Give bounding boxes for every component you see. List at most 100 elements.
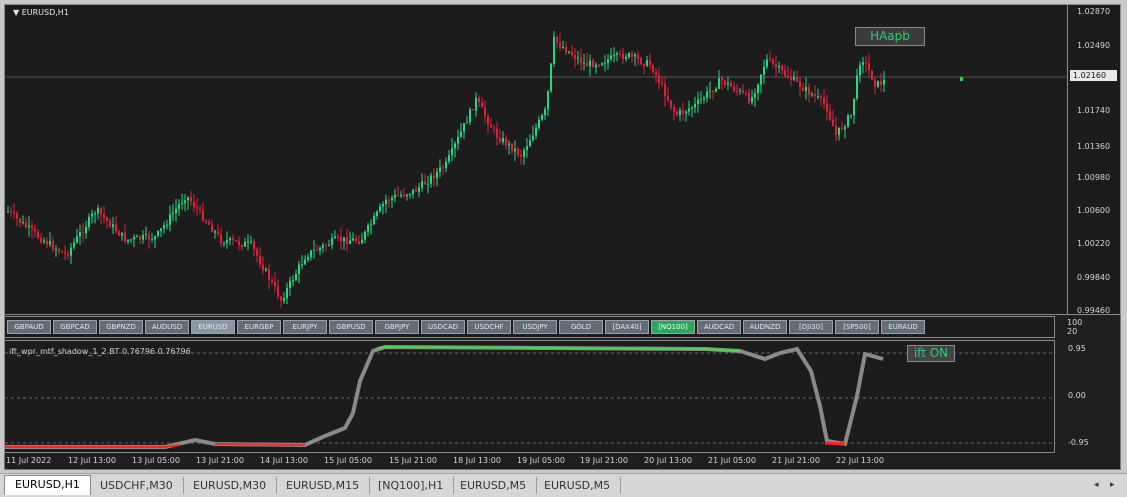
haapb-label: HAapb [870, 29, 910, 43]
symbol-button-gold[interactable]: GOLD [559, 320, 603, 334]
candle-body [430, 175, 432, 184]
candle-body [232, 238, 234, 241]
candle-body [499, 137, 501, 142]
candle-body [79, 232, 81, 237]
chart-tab[interactable]: EURUSD,M5 [534, 477, 622, 494]
chart-tab[interactable]: [NQ100],H1 [368, 477, 455, 494]
candle-body [25, 222, 27, 228]
candle-body [583, 62, 585, 64]
candle-body [820, 96, 822, 98]
candle-body [532, 135, 534, 141]
price-chart-pane[interactable]: ▼ EURUSD,H1 HAapb 1.02870 1.02490 1.01740 1… [4, 4, 1121, 315]
symbol-button-eurgbp[interactable]: EURGBP [237, 320, 281, 334]
candle-body [160, 228, 162, 231]
tab-scroll-right-icon[interactable]: ▸ [1110, 480, 1115, 490]
symbol-button-dax40[interactable]: [DAX40] [605, 320, 649, 334]
time-label: 13 Jul 05:00 [132, 456, 180, 465]
candle-body [118, 231, 120, 236]
time-label: 11 Jul 2022 [6, 456, 52, 465]
price-label: 1.02490 [1077, 41, 1111, 50]
candle-body [199, 208, 201, 210]
candle-body [142, 235, 144, 240]
symbol-button-gbpcad[interactable]: GBPCAD [53, 320, 97, 334]
candle-body [148, 234, 150, 240]
candle-body [661, 83, 663, 85]
symbol-button-sp500[interactable]: [SP500] [835, 320, 879, 334]
candle-body [193, 201, 195, 208]
indicator-pane[interactable]: ift_wpr_mtf_shadow_1_2 BT 0.76796 0.7679… [4, 340, 1055, 453]
candle-body [448, 155, 450, 162]
chart-tab[interactable]: EURUSD,M30 [183, 477, 278, 494]
candle-body [274, 281, 276, 287]
candle-body [304, 259, 306, 265]
candle-body [124, 232, 126, 242]
candle-body [760, 74, 762, 85]
candle-body [514, 148, 516, 152]
price-scale[interactable]: 1.02870 1.02490 1.01740 1.01360 1.00980 1.006… [1067, 5, 1120, 314]
candle-body [466, 122, 468, 124]
chart-tab[interactable]: EURUSD,M5 [450, 477, 538, 494]
tab-scroll-left-icon[interactable]: ◂ [1094, 480, 1099, 490]
candle-body [226, 240, 228, 244]
future-marker [960, 77, 963, 81]
candle-body [97, 208, 99, 214]
symbol-button-nq100[interactable]: [NQ100] [651, 320, 695, 334]
indicator-scale[interactable]: 0.95 0.00 -0.95 [1062, 340, 1117, 453]
candle-body [835, 126, 837, 135]
candle-body [166, 224, 168, 226]
symbol-button-audnzd[interactable]: AUDNZD [743, 320, 787, 334]
symbol-button-usdjpy[interactable]: USDJPY [513, 320, 557, 334]
candle-body [865, 62, 867, 64]
candle-body [418, 187, 420, 192]
candle-body [61, 251, 63, 253]
candle-body [157, 230, 159, 236]
candle-body [196, 207, 198, 209]
symbol-button-usdchf[interactable]: USDCHF [467, 320, 511, 334]
chart-tab[interactable]: EURUSD,H1 [4, 475, 91, 495]
candle-body [616, 53, 618, 56]
symbol-button-gbpjpy[interactable]: GBPJPY [375, 320, 419, 334]
symbol-button-eurjpy[interactable]: EURJPY [283, 320, 327, 334]
candle-body [76, 236, 78, 243]
candle-body [340, 236, 342, 242]
candle-body [346, 237, 348, 244]
symbol-button-audusd[interactable]: AUDUSD [145, 320, 189, 334]
symbol-button-gbpusd[interactable]: GBPUSD [329, 320, 373, 334]
chart-tab[interactable]: USDCHF,M30 [90, 477, 184, 494]
candle-body [352, 238, 354, 241]
candle-body [502, 138, 504, 142]
candle-body [181, 202, 183, 205]
candle-body [625, 57, 627, 59]
candle-body [370, 224, 372, 226]
candle-body [394, 195, 396, 198]
time-label: 19 Jul 21:00 [580, 456, 628, 465]
candle-body [556, 36, 558, 43]
candle-body [415, 189, 417, 192]
time-label: 12 Jul 13:00 [68, 456, 116, 465]
symbol-button-audcad[interactable]: AUDCAD [697, 320, 741, 334]
candle-body [121, 232, 123, 236]
candle-body [478, 97, 480, 103]
candle-body [151, 239, 153, 241]
candle-body [598, 64, 600, 66]
symbol-button-gbpaud[interactable]: GBPAUD [7, 320, 51, 334]
chart-tab[interactable]: EURUSD,M15 [276, 477, 371, 494]
symbol-button-gbpnzd[interactable]: GBPNZD [99, 320, 143, 334]
haapb-label-box[interactable]: HAapb [855, 27, 925, 46]
candle-body [823, 97, 825, 104]
time-label: 20 Jul 13:00 [644, 456, 692, 465]
symbol-button-usdcad[interactable]: USDCAD [421, 320, 465, 334]
symbol-button-euraud[interactable]: EURAUD [881, 320, 925, 334]
candle-body [649, 59, 651, 66]
ift-toggle-button[interactable]: ift ON [907, 345, 955, 362]
symbol-button-dji30[interactable]: [DJI30] [789, 320, 833, 334]
candle-body [406, 194, 408, 197]
candle-body [718, 78, 720, 89]
indicator-plot [5, 344, 1054, 449]
indicator-down-segment [214, 443, 306, 446]
candle-body [295, 273, 297, 281]
candle-body [139, 235, 141, 240]
symbol-button-eurusd[interactable]: EURUSD [191, 320, 235, 334]
candle-body [223, 243, 225, 245]
candle-body [298, 264, 300, 274]
